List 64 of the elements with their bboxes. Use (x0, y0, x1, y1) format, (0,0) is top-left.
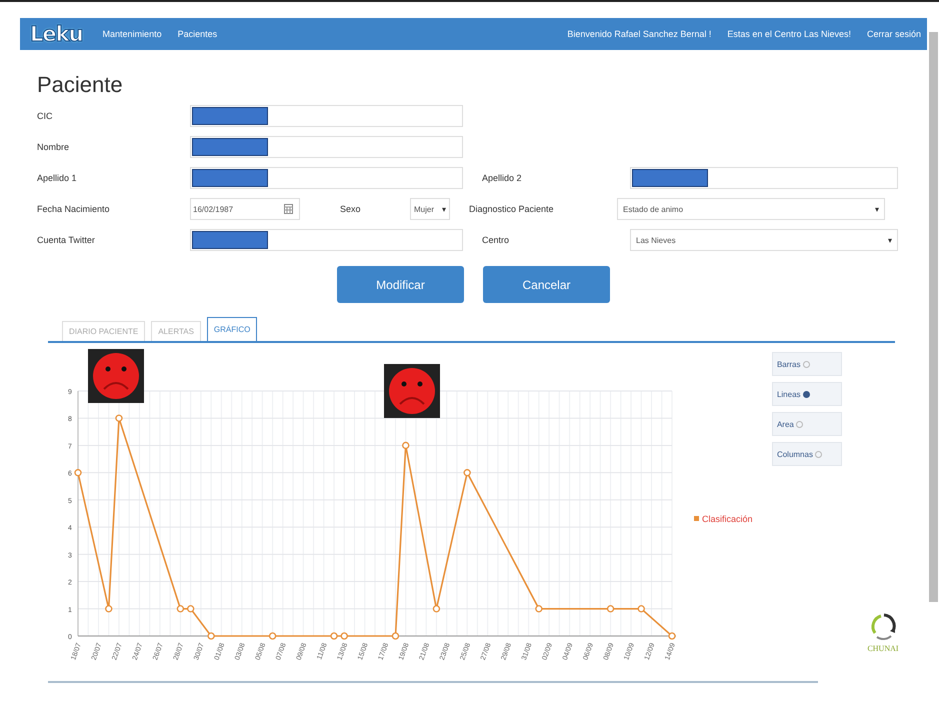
chart-type-option[interactable]: Lineas (772, 382, 842, 406)
select-field[interactable]: Mujer ▾ (410, 198, 450, 220)
data-point (392, 632, 400, 640)
data-point (268, 632, 276, 640)
nav-link[interactable]: Bienvenido Rafael Sanchez Bernal ! (567, 29, 712, 39)
brand-name: CHUNAI (867, 644, 899, 653)
radio-button[interactable] (802, 360, 810, 368)
caret-icon: ▾ (875, 204, 879, 214)
caret-icon: ▾ (442, 204, 446, 214)
field-label: Nombre (37, 142, 70, 152)
data-point (207, 632, 215, 640)
legend-label: Clasificación (702, 514, 753, 524)
text-field[interactable] (190, 229, 463, 251)
data-point (402, 442, 410, 450)
nav-link[interactable]: Mantenimiento (102, 29, 162, 39)
field-label: CIC (37, 111, 54, 121)
field-label: Cuenta Twitter (37, 235, 96, 245)
select-field[interactable]: Las Nieves ▾ (630, 229, 898, 251)
field-label: Sexo (340, 204, 362, 214)
text-field[interactable] (190, 136, 463, 158)
nav-link[interactable]: Estas en el Centro Las Nieves! (727, 29, 851, 39)
data-point (176, 605, 184, 612)
data-point (187, 605, 194, 612)
chart-type-option[interactable]: Barras (772, 352, 842, 376)
caret-icon: ▾ (888, 236, 892, 244)
data-point (115, 414, 123, 422)
calendar-icon[interactable] (284, 204, 293, 214)
tab[interactable]: GRÁFICO (206, 317, 258, 341)
chart-type-option[interactable]: Area (772, 412, 842, 436)
data-point (432, 605, 440, 612)
sad-face-icon (384, 364, 440, 418)
cancel-button[interactable]: Cancelar (483, 266, 610, 303)
date-field[interactable]: 16/02/1987 (190, 198, 300, 220)
data-point (464, 469, 471, 476)
data-point (340, 632, 348, 640)
data-point (668, 632, 676, 640)
select-field[interactable]: Estado de animo ▾ (617, 198, 885, 220)
tab[interactable]: ALERTAS (151, 321, 201, 341)
page-title: Paciente (37, 72, 124, 98)
text-field[interactable] (190, 105, 463, 127)
data-point (606, 605, 614, 612)
logo[interactable]: Leku (30, 22, 83, 46)
radio-button[interactable] (796, 420, 803, 428)
text-field[interactable] (630, 167, 898, 189)
nav-link[interactable]: Cerrar sesión (866, 29, 921, 39)
text-field[interactable] (190, 167, 463, 189)
tab[interactable]: DIARIO PACIENTE (62, 321, 146, 341)
field-label: Centro (482, 235, 510, 245)
data-point (638, 605, 645, 612)
data-point (105, 605, 112, 612)
nav-link[interactable]: Pacientes (178, 29, 218, 39)
radio-button[interactable] (814, 450, 822, 458)
modify-button[interactable]: Modificar (337, 266, 464, 303)
field-label: Diagnostico Paciente (469, 204, 555, 214)
field-label: Fecha Nacimiento (37, 204, 111, 214)
chart-type-option[interactable]: Columnas (772, 442, 842, 466)
sad-face-icon (88, 349, 144, 403)
data-point (74, 469, 82, 476)
data-point (535, 605, 542, 612)
data-point (330, 632, 338, 640)
field-label: Apellido 2 (482, 173, 523, 183)
scrollbar[interactable] (929, 32, 938, 602)
radio-button[interactable] (802, 390, 810, 398)
field-label: Apellido 1 (37, 173, 78, 183)
